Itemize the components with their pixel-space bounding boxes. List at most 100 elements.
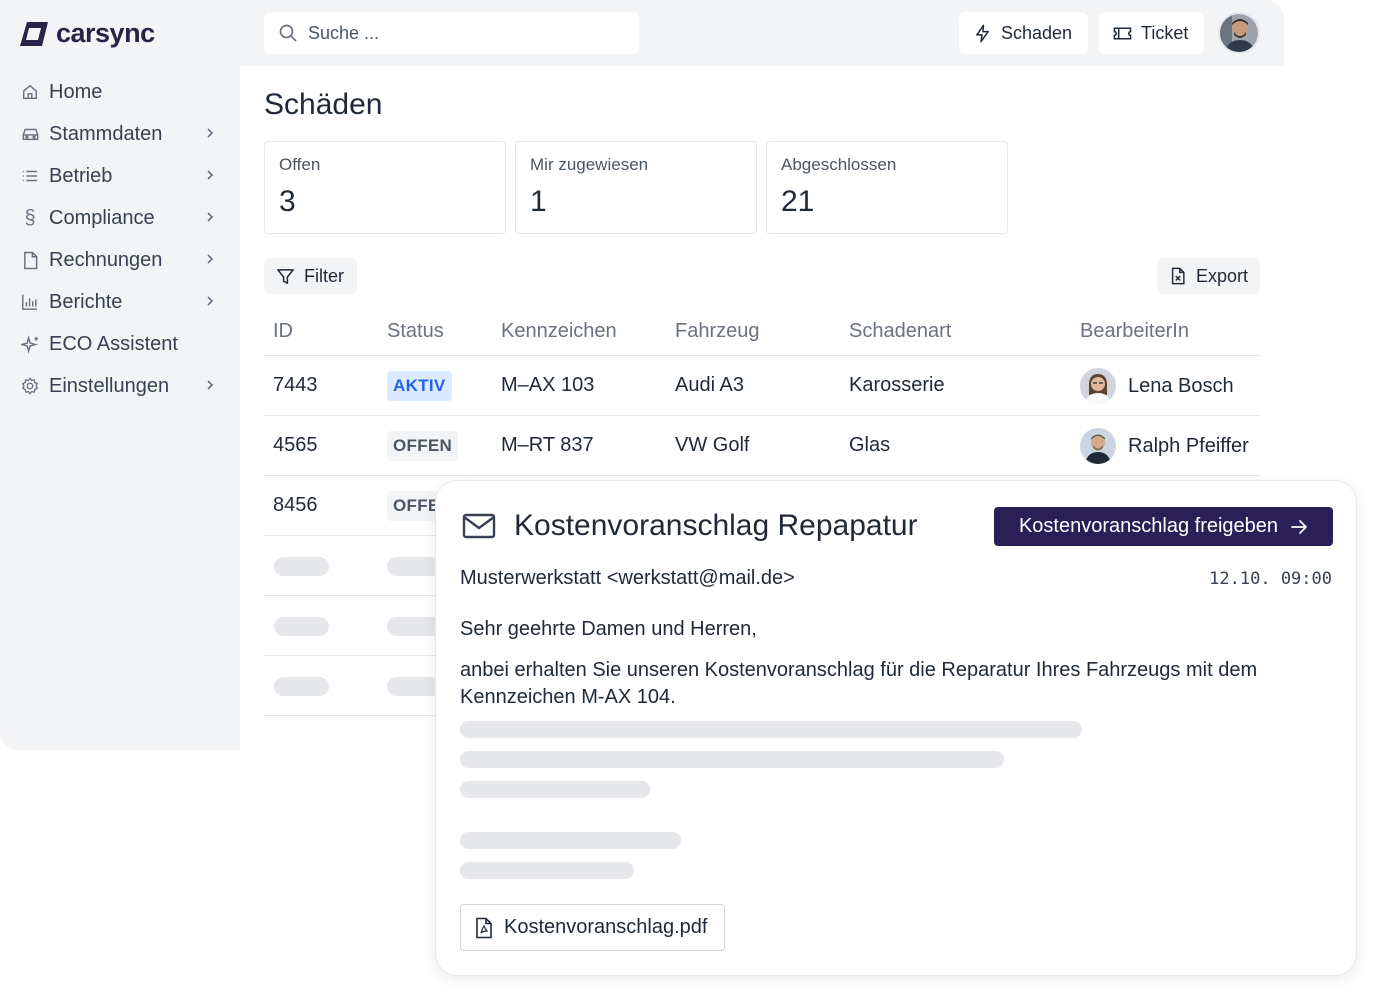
cell-assignee: Lena Bosch: [1080, 368, 1234, 404]
stat-value: 3: [279, 185, 296, 218]
stat-label: Offen: [279, 155, 321, 174]
list-icon: [20, 166, 40, 186]
cell-id: 4565: [273, 434, 318, 456]
sidebar-item-label: ECO Assistent: [49, 332, 178, 355]
attachment-name: Kostenvoranschlag.pdf: [504, 916, 708, 938]
avatar-image: [1080, 368, 1116, 404]
export-button[interactable]: Export: [1156, 258, 1260, 294]
chevron-right-icon: [207, 170, 214, 180]
sidebar-item-label: Compliance: [49, 206, 155, 229]
filter-button[interactable]: Filter: [264, 258, 357, 294]
file-export-icon: [1171, 267, 1185, 285]
new-damage-button[interactable]: Schaden: [959, 12, 1089, 54]
cell-damage-type: Karosserie: [849, 374, 945, 396]
page-title: Schäden: [264, 88, 383, 121]
chevron-right-icon: [207, 212, 214, 222]
sidebar-item-rechnungen[interactable]: Rechnungen: [0, 239, 240, 281]
arrow-right-icon: [1291, 519, 1307, 534]
stat-label: Mir zugewiesen: [530, 155, 649, 174]
cell-vehicle: VW Golf: [675, 434, 750, 456]
sidebar-item-home[interactable]: Home: [0, 71, 240, 113]
chevron-right-icon: [207, 296, 214, 306]
table-row[interactable]: 4565 OFFEN M–RT 837 VW Golf Glas Ralph P…: [264, 416, 1260, 476]
skeleton-line: [460, 862, 634, 879]
paragraph-icon: §: [24, 206, 36, 229]
skeleton-line: [460, 721, 1082, 738]
assignee-name: Ralph Pfeiffer: [1128, 434, 1249, 457]
skeleton-bar: [387, 677, 442, 696]
avatar: [1080, 368, 1116, 404]
status-badge: OFFEN: [387, 431, 459, 461]
logo-text: carsync: [56, 18, 155, 48]
approve-estimate-label: Kostenvoranschlag freigeben: [1018, 515, 1279, 537]
cell-damage-type: Glas: [849, 434, 891, 456]
cell-assignee: Ralph Pfeiffer: [1080, 428, 1249, 464]
skeleton-line: [460, 832, 681, 849]
cell-vehicle: Audi A3: [675, 374, 744, 396]
column-header-status[interactable]: Status: [387, 320, 444, 343]
email-sender: Musterwerkstatt <werkstatt@mail.de>: [460, 567, 795, 589]
sidebar-item-label: Einstellungen: [49, 374, 170, 397]
gear-icon: [20, 376, 40, 396]
logo[interactable]: carsync: [18, 18, 155, 49]
sidebar-item-label: Betrieb: [49, 164, 113, 187]
stat-value: 1: [530, 185, 547, 218]
chevron-right-icon: [207, 380, 214, 390]
skeleton-bar: [274, 677, 329, 696]
carsync-logo-icon: [20, 21, 48, 46]
sidebar-item-label: Stammdaten: [49, 122, 163, 145]
table-row[interactable]: 7443 AKTIV M–AX 103 Audi A3 Karosserie L…: [264, 356, 1260, 416]
skeleton-bar: [387, 557, 442, 576]
attachment-chip[interactable]: Kostenvoranschlag.pdf: [460, 904, 726, 951]
document-icon: [20, 250, 40, 270]
user-avatar[interactable]: [1218, 12, 1260, 54]
skeleton-bar: [387, 617, 442, 636]
search-icon: [279, 24, 297, 42]
column-header-id[interactable]: ID: [273, 320, 293, 343]
status-badge: AKTIV: [387, 371, 452, 401]
cell-id: 7443: [273, 374, 318, 396]
sidebar-item-label: Rechnungen: [49, 248, 163, 271]
stat-value: 21: [781, 185, 815, 218]
skeleton-bar: [274, 557, 329, 576]
chevron-right-icon: [207, 128, 214, 138]
email-timestamp: 12.10. 09:00: [1209, 569, 1332, 589]
column-header-bearbeiterin[interactable]: BearbeiterIn: [1080, 320, 1189, 343]
search-box[interactable]: [264, 12, 639, 54]
column-header-schadenart[interactable]: Schadenart: [849, 320, 951, 343]
cell-id: 8456: [273, 494, 318, 516]
sidebar-nav: Home Stammdaten Betrieb § Compliance Rec…: [0, 71, 240, 407]
envelope-icon: [462, 513, 496, 539]
column-header-fahrzeug[interactable]: Fahrzeug: [675, 320, 760, 343]
stat-card-offen[interactable]: Offen 3: [264, 141, 506, 234]
sidebar-item-betrieb[interactable]: Betrieb: [0, 155, 240, 197]
export-label: Export: [1195, 265, 1248, 286]
stat-card-abgeschlossen[interactable]: Abgeschlossen 21: [766, 141, 1008, 234]
topbar: Schaden Ticket: [240, 0, 1284, 66]
sidebar-item-stammdaten[interactable]: Stammdaten: [0, 113, 240, 155]
sidebar-item-label: Berichte: [49, 290, 123, 313]
skeleton-bar: [274, 617, 329, 636]
home-icon: [20, 82, 40, 102]
sidebar-item-compliance[interactable]: § Compliance: [0, 197, 240, 239]
lightning-icon: [976, 24, 989, 42]
sidebar: carsync Home Stammdaten Betrieb § Compli…: [0, 0, 240, 750]
ticket-icon: [1113, 27, 1132, 39]
column-header-kennzeichen[interactable]: Kennzeichen: [501, 320, 617, 343]
sidebar-item-berichte[interactable]: Berichte: [0, 281, 240, 323]
email-card: Kostenvoranschlag Repapatur Kostenvorans…: [435, 480, 1357, 976]
new-ticket-button[interactable]: Ticket: [1099, 12, 1205, 54]
skeleton-line: [460, 781, 650, 798]
email-body: anbei erhalten Sie unseren Kostenvoransc…: [460, 659, 1258, 708]
cell-plate: M–RT 837: [501, 434, 594, 456]
sidebar-item-label: Home: [49, 80, 103, 103]
stat-card-mir-zugewiesen[interactable]: Mir zugewiesen 1: [515, 141, 757, 234]
sidebar-item-einstellungen[interactable]: Einstellungen: [0, 365, 240, 407]
avatar: [1080, 428, 1116, 464]
new-damage-label: Schaden: [1001, 22, 1073, 43]
search-input[interactable]: [308, 22, 608, 44]
cell-plate: M–AX 103: [501, 374, 595, 396]
filter-icon: [277, 268, 294, 284]
sidebar-item-eco-assistent[interactable]: ECO Assistent: [0, 323, 240, 365]
approve-estimate-button[interactable]: Kostenvoranschlag freigeben: [994, 507, 1333, 546]
